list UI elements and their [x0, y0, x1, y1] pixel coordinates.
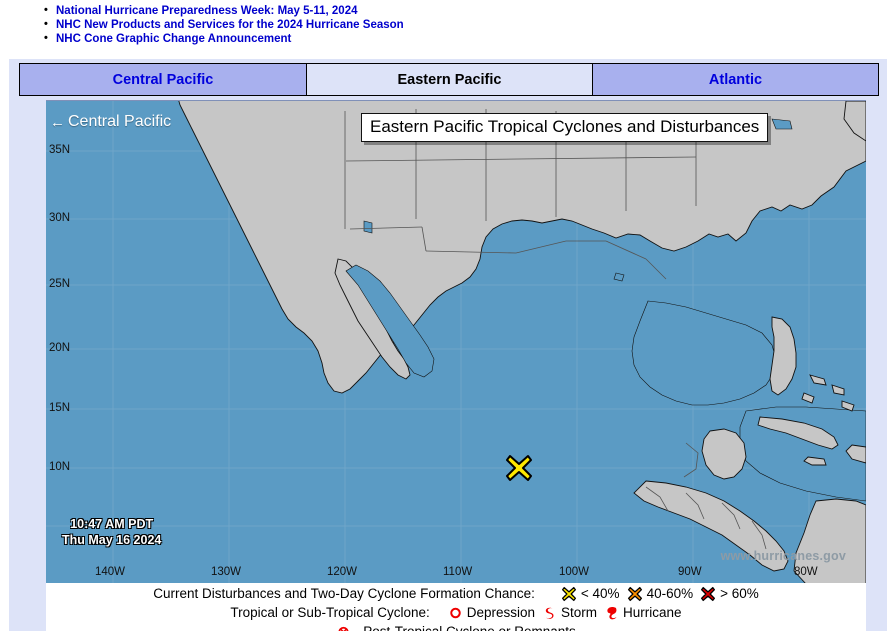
disturbance-marker-1[interactable] — [504, 453, 534, 488]
tropical-cyclone-map[interactable]: 35N 30N 25N 20N 15N 10N 140W 130W 120W 1… — [46, 100, 866, 583]
list-item[interactable]: National Hurricane Preparedness Week: Ma… — [44, 4, 887, 19]
news-bulletin-bar: National Hurricane Preparedness Week: Ma… — [0, 0, 887, 58]
list-item[interactable]: NHC New Products and Services for the 20… — [44, 18, 887, 33]
x-yellow-icon — [561, 586, 576, 601]
tab-atlantic[interactable]: Atlantic — [592, 63, 879, 96]
legend-storm-label: Storm — [561, 605, 598, 620]
back-to-central-pacific-link[interactable]: ← Central Pacific — [50, 113, 171, 131]
legend-chance-medium-label: 40-60% — [646, 586, 694, 601]
legend-formation-label: Current Disturbances and Two-Day Cyclone… — [153, 586, 535, 601]
map-legend: Current Disturbances and Two-Day Cyclone… — [46, 583, 866, 631]
x-red-icon — [701, 586, 716, 601]
legend-row-post-tropical: Post-Tropical Cyclone or Remnants — [46, 622, 866, 631]
hurricane-icon — [607, 606, 617, 619]
news-link-cone[interactable]: NHC Cone Graphic Change Announcement — [56, 33, 291, 45]
timestamp-date: Thu May 16 2024 — [62, 533, 162, 547]
legend-chance-low: < 40% — [561, 586, 620, 602]
map-title-text: Eastern Pacific Tropical Cyclones and Di… — [370, 117, 760, 136]
legend-depression: Depression — [448, 605, 535, 621]
x-orange-icon — [627, 586, 642, 601]
legend-row-formation-chance: Current Disturbances and Two-Day Cyclone… — [46, 584, 866, 603]
storm-icon — [545, 607, 554, 619]
site-watermark: www.hurricanes.gov — [720, 549, 846, 563]
basin-tab-bar: Central Pacific Eastern Pacific Atlantic — [19, 63, 879, 96]
news-list: National Hurricane Preparedness Week: Ma… — [0, 0, 887, 46]
legend-post-tropical-label: Post-Tropical Cyclone or Remnants — [363, 624, 576, 631]
depression-icon — [449, 607, 461, 618]
map-geometry — [46, 101, 866, 583]
x-marker-icon — [506, 455, 532, 481]
inland-lake-1 — [363, 220, 373, 234]
legend-storm: Storm — [542, 605, 597, 621]
tab-eastern-pacific-label: Eastern Pacific — [397, 71, 502, 88]
legend-chance-high: > 60% — [700, 586, 759, 602]
legend-hurricane: Hurricane — [604, 605, 682, 621]
legend-chance-high-label: > 60% — [720, 586, 759, 601]
news-link-products[interactable]: NHC New Products and Services for the 20… — [56, 19, 404, 31]
map-canvas — [46, 101, 866, 583]
back-link-label: Central Pacific — [68, 113, 172, 130]
left-arrow-icon: ← — [50, 113, 65, 131]
legend-post-tropical: Post-Tropical Cyclone or Remnants — [336, 624, 576, 631]
timestamp-time: 10:47 AM PDT — [70, 517, 154, 531]
post-tropical-icon — [338, 626, 349, 631]
legend-hurricane-label: Hurricane — [623, 605, 682, 620]
legend-chance-low-label: < 40% — [580, 586, 620, 601]
news-link-preparedness[interactable]: National Hurricane Preparedness Week: Ma… — [56, 5, 358, 17]
legend-depression-label: Depression — [466, 605, 536, 620]
tab-eastern-pacific[interactable]: Eastern Pacific — [307, 63, 592, 96]
map-timestamp: 10:47 AM PDT Thu May 16 2024 — [62, 516, 161, 548]
list-item[interactable]: NHC Cone Graphic Change Announcement — [44, 32, 887, 47]
legend-cyclone-label: Tropical or Sub-Tropical Cyclone: — [230, 605, 430, 620]
tab-central-pacific[interactable]: Central Pacific — [19, 63, 307, 96]
map-title-box: Eastern Pacific Tropical Cyclones and Di… — [361, 113, 769, 142]
tab-atlantic-label: Atlantic — [708, 71, 763, 88]
legend-row-cyclone-types: Tropical or Sub-Tropical Cyclone: Depres… — [46, 603, 866, 622]
tab-central-pacific-label: Central Pacific — [112, 71, 214, 88]
legend-chance-medium: 40-60% — [627, 586, 694, 602]
